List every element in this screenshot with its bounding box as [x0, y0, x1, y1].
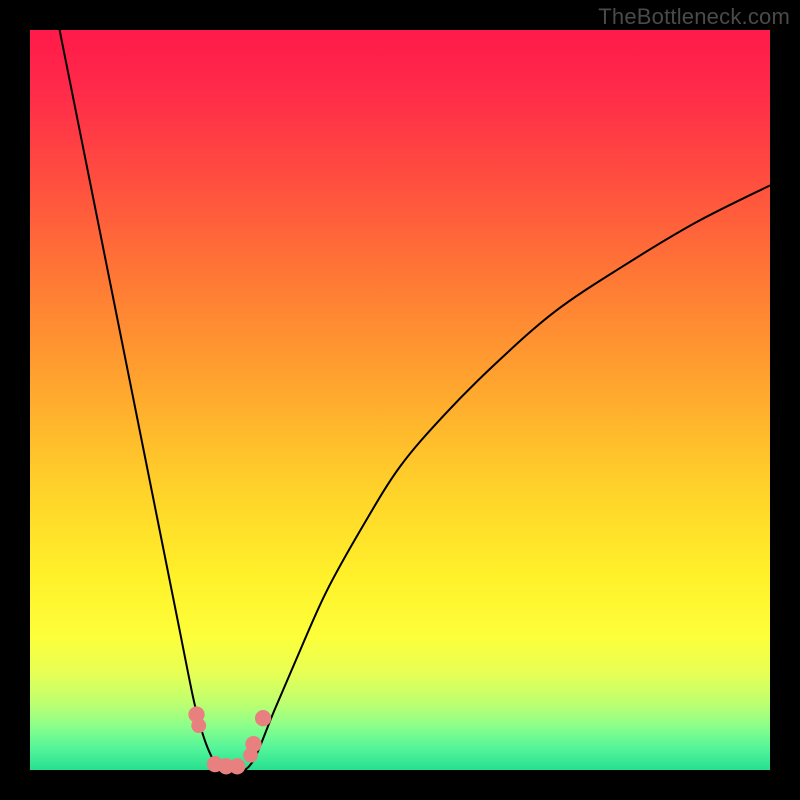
- chart-frame: TheBottleneck.com: [0, 0, 800, 800]
- curve-layer: [30, 30, 770, 770]
- curve-right: [237, 185, 770, 770]
- plot-area: [30, 30, 770, 770]
- curve-left: [60, 30, 230, 771]
- data-marker: [229, 758, 245, 774]
- marker-group: [188, 706, 271, 774]
- watermark-text: TheBottleneck.com: [598, 4, 790, 30]
- data-marker: [255, 710, 271, 726]
- data-marker: [191, 718, 206, 733]
- data-marker: [245, 736, 261, 752]
